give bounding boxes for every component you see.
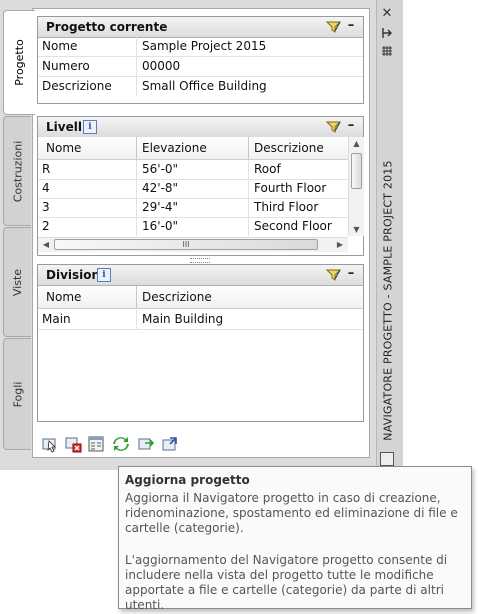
scroll-grip: III (182, 240, 190, 249)
tab-viste[interactable]: Viste (3, 227, 31, 337)
level-name: 2 (42, 219, 50, 233)
tab-costruzioni-label: Costruzioni (11, 140, 25, 202)
tooltip: Aggiorna progetto Aggiorna il Navigatore… (118, 466, 472, 612)
tab-progetto[interactable]: Progetto (3, 10, 35, 115)
vertical-scrollbar[interactable]: ▲ ▼ (348, 137, 364, 236)
level-description: Roof (254, 162, 281, 176)
scroll-right-arrow[interactable]: ▶ (335, 240, 345, 249)
divisions-section: Divisioni i – Nome Descrizione Main Main… (37, 264, 364, 422)
tab-progetto-label: Progetto (13, 39, 26, 86)
column-header-nome[interactable]: Nome (46, 141, 81, 155)
table-row[interactable]: R 56'-0" Roof (38, 160, 348, 180)
scroll-thumb[interactable] (351, 153, 362, 189)
level-elevation: 29'-4" (142, 200, 179, 214)
column-header-descrizione[interactable]: Descrizione (254, 141, 324, 155)
section-title: Divisioni (46, 268, 105, 282)
filter-icon[interactable] (325, 267, 342, 282)
property-key: Nome (42, 39, 78, 53)
column-header-elevazione[interactable]: Elevazione (142, 141, 207, 155)
tooltip-title: Aggiorna progetto (125, 473, 250, 487)
tooltip-description: Aggiorna il Navigatore progetto in caso … (125, 491, 458, 535)
property-key: Descrizione (42, 79, 112, 93)
level-name: 4 (42, 181, 50, 195)
level-name: R (42, 162, 51, 176)
filter-icon[interactable] (325, 119, 342, 134)
repath-project-icon[interactable] (136, 434, 156, 454)
property-row[interactable]: Nome Sample Project 2015 (38, 37, 363, 57)
palette-settings-icon[interactable] (380, 452, 394, 466)
close-project-icon[interactable] (63, 434, 83, 454)
column-header-nome[interactable]: Nome (46, 290, 81, 304)
scroll-down-arrow[interactable]: ▼ (349, 225, 364, 234)
info-icon[interactable]: i (97, 268, 111, 282)
scroll-left-arrow[interactable]: ◀ (41, 240, 51, 249)
property-value: Sample Project 2015 (142, 39, 267, 53)
section-title: Progetto corrente (46, 20, 168, 34)
properties-icon[interactable] (380, 44, 394, 58)
level-elevation: 16'-0" (142, 219, 179, 233)
project-browser-icon[interactable] (86, 434, 106, 454)
level-description: Second Floor (254, 219, 332, 233)
select-project-icon[interactable] (40, 434, 60, 454)
level-description: Third Floor (254, 200, 319, 214)
section-header: Divisioni i – (38, 265, 363, 286)
refresh-project-icon[interactable] (111, 434, 131, 454)
table-row[interactable]: 3 29'-4" Third Floor (38, 198, 348, 218)
scroll-thumb[interactable]: III (54, 239, 318, 250)
tab-fogli-label: Fogli (10, 381, 24, 407)
project-standards-icon[interactable] (160, 434, 180, 454)
current-project-section: Progetto corrente – Nome Sample Project … (37, 16, 364, 104)
auto-hide-icon[interactable] (380, 26, 394, 40)
level-elevation: 56'-0" (142, 162, 179, 176)
column-header-descrizione[interactable]: Descrizione (142, 290, 212, 304)
collapse-icon[interactable]: – (345, 267, 357, 281)
filter-icon[interactable] (325, 19, 342, 34)
level-elevation: 42'-8" (142, 181, 179, 195)
levels-header-row: Nome Elevazione Descrizione (38, 137, 348, 160)
palette-title: NAVIGATORE PROGETTO - SAMPLE PROJECT 201… (381, 159, 395, 441)
horizontal-scrollbar[interactable]: ◀ III ▶ (38, 237, 348, 252)
collapse-icon[interactable]: – (345, 119, 357, 133)
property-row[interactable]: Numero 00000 (38, 57, 363, 77)
tab-fogli[interactable]: Fogli (3, 338, 31, 450)
close-icon[interactable]: ✕ (380, 6, 394, 21)
splitter-grip[interactable] (190, 258, 210, 263)
table-row[interactable]: 2 16'-0" Second Floor (38, 217, 348, 236)
level-description: Fourth Floor (254, 181, 327, 195)
tab-viste-label: Viste (11, 268, 24, 296)
table-row[interactable]: 4 42'-8" Fourth Floor (38, 179, 348, 199)
scroll-up-arrow[interactable]: ▲ (349, 139, 364, 148)
divisions-header-row: Nome Descrizione (38, 286, 363, 309)
section-header: Progetto corrente – (38, 17, 363, 38)
property-value: Small Office Building (142, 79, 267, 93)
property-value: 00000 (142, 59, 181, 73)
tab-costruzioni[interactable]: Costruzioni (3, 116, 31, 226)
tooltip-extended-description: L'aggiornamento del Navigatore progetto … (125, 553, 448, 612)
division-description: Main Building (142, 312, 224, 326)
level-name: 3 (42, 200, 50, 214)
property-row[interactable]: Descrizione Small Office Building (38, 77, 363, 96)
division-name: Main (42, 312, 71, 326)
collapse-icon[interactable]: – (345, 19, 357, 33)
section-title: Livelli (46, 120, 87, 134)
info-icon[interactable]: i (83, 120, 97, 134)
section-header: Livelli i – (38, 117, 363, 138)
levels-section: Livelli i – Nome Elevazione Descrizione … (37, 116, 364, 256)
property-key: Numero (42, 59, 90, 73)
table-row[interactable]: Main Main Building (38, 310, 363, 330)
